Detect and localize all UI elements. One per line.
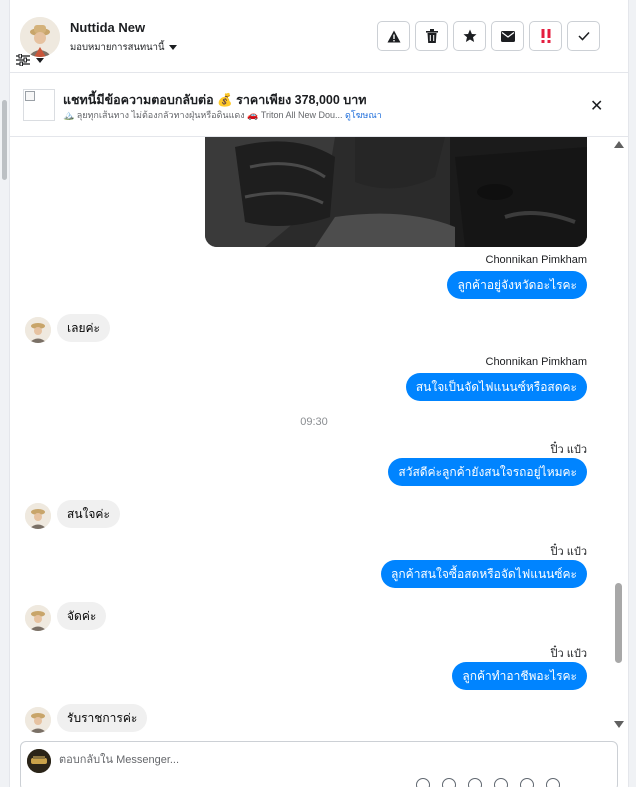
report-button[interactable] [377,21,410,51]
assign-label: มอบหมายการสนทนานี้ [70,42,165,53]
thread-scrollbar[interactable] [612,137,624,733]
star-button[interactable] [453,21,486,51]
mark-done-button[interactable] [567,21,600,51]
incoming-message[interactable]: เลยค่ะ [57,314,110,342]
incoming-message[interactable]: จัดค่ะ [57,602,107,630]
outgoing-message[interactable]: ลูกค้าสนใจซื้อสดหรือจัดไฟแนนซ์คะ [381,560,587,588]
emoji-icon[interactable] [416,778,430,787]
close-icon[interactable]: ✕ [590,96,603,116]
contact-avatar-small [25,317,51,343]
incoming-message[interactable]: รับราชการค่ะ [57,704,148,732]
composer-toolbar [416,778,560,787]
attach-icon[interactable] [442,778,456,787]
mark-unread-button[interactable] [491,21,524,51]
trash-icon [425,29,438,43]
right-panel-edge [628,0,636,787]
chevron-down-icon [36,57,44,63]
outgoing-message[interactable]: ลูกค้าอยู่จังหวัดอะไรคะ [447,271,587,299]
message-composer [20,741,618,787]
left-scrollbar-thumb[interactable] [2,100,7,180]
ad-context-banner: แชทนี้มีข้อความตอบกลับต่อ 💰 ราคาเพียง 37… [10,73,628,137]
ad-subtitle: 🏔️ ลุยทุกเส้นทาง ไม่ต้องกลัวทางฝุ่นหรือด… [63,108,382,122]
sliders-icon [16,54,30,66]
sticker-icon[interactable] [494,778,508,787]
contact-avatar-small [25,707,51,733]
ad-thumbnail [23,89,55,121]
star-icon [463,29,476,42]
sender-name: ปิ๋ว แป๋ว [550,648,587,660]
assign-conversation-dropdown[interactable]: มอบหมายการสนทนานี้ [70,40,177,55]
scroll-down-arrow-icon[interactable] [614,721,624,728]
delete-button[interactable] [415,21,448,51]
contact-avatar-small [25,503,51,529]
contact-avatar-small [25,605,51,631]
contact-avatar[interactable] [20,17,60,57]
message-thread: Chonnikan Pimkham ลูกค้าอยู่จังหวัดอะไรค… [10,137,612,741]
timestamp: 09:30 [300,416,328,428]
conversation-header: Nuttida New มอบหมายการสนทนานี้ [10,0,628,73]
ad-title: แชทนี้มีข้อความตอบกลับต่อ 💰 ราคาเพียง 37… [63,93,367,107]
check-icon [577,31,590,41]
filter-menu[interactable] [16,54,44,66]
sender-name: Chonnikan Pimkham [485,254,588,266]
sender-name: ปิ๋ว แป๋ว [550,444,587,456]
broken-image-icon [25,91,35,101]
outgoing-message[interactable]: สวัสดีค่ะลูกค้ายังสนใจรถอยู่ไหมคะ [388,458,587,486]
urgent-icon [541,29,550,43]
left-panel-edge [0,0,10,787]
conversation-actions [377,21,600,51]
warning-icon [387,30,400,42]
image-icon[interactable] [468,778,482,787]
urgent-button[interactable] [529,21,562,51]
more-icon[interactable] [546,778,560,787]
gif-icon[interactable] [520,778,534,787]
ad-subtitle-text: 🏔️ ลุยทุกเส้นทาง ไม่ต้องกลัวทางฝุ่นหรือด… [63,110,343,120]
chevron-down-icon [168,45,177,50]
contact-name: Nuttida New [70,20,146,35]
page-avatar [27,749,51,773]
incoming-message[interactable]: สนใจค่ะ [57,500,120,528]
sender-name: Chonnikan Pimkham [485,356,588,368]
mail-icon [500,30,515,42]
outgoing-message[interactable]: สนใจเป็นจัดไฟแนนซ์หรือสดคะ [405,373,587,401]
sender-name: ปิ๋ว แป๋ว [550,546,587,558]
attached-photo[interactable] [205,137,587,247]
reply-input[interactable] [59,750,579,770]
scroll-up-arrow-icon[interactable] [614,141,624,148]
scrollbar-thumb[interactable] [615,583,622,663]
outgoing-message[interactable]: ลูกค้าทำอาชีพอะไรคะ [452,662,587,690]
view-ad-link[interactable]: ดูโฆษณา [345,110,382,120]
